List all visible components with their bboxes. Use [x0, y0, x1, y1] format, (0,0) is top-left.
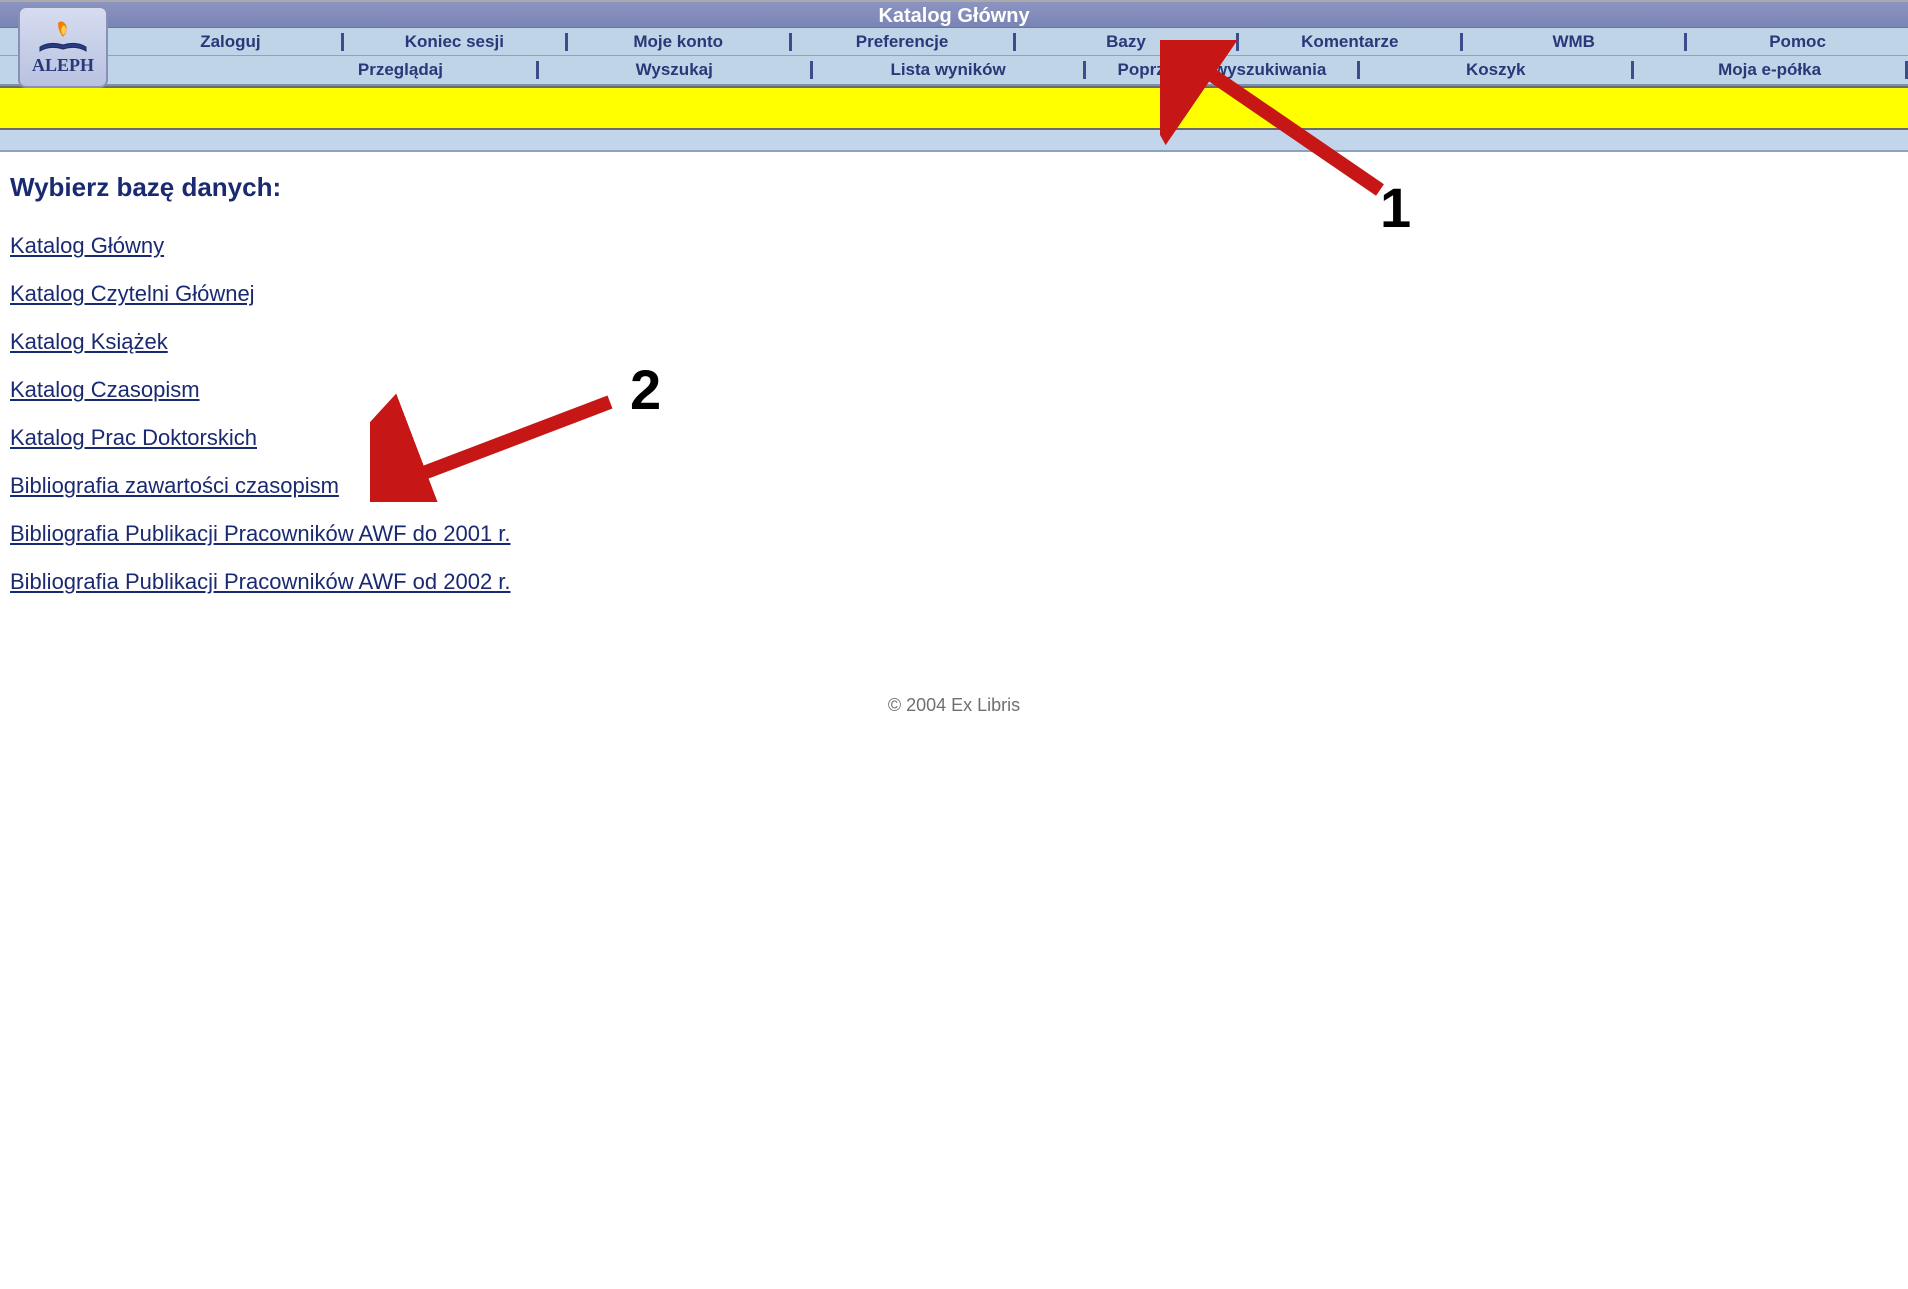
title-bar: Katalog Główny	[0, 0, 1908, 28]
nav-koniec-sesji[interactable]: Koniec sesji	[344, 32, 565, 52]
nav-bazy[interactable]: Bazy	[1016, 32, 1237, 52]
nav-komentarze[interactable]: Komentarze	[1239, 32, 1460, 52]
main-content: Wybierz bazę danych: Katalog GłównyKatal…	[0, 152, 1908, 736]
list-item: Katalog Czasopism	[10, 377, 1898, 403]
annotation-label-2: 2	[630, 357, 661, 422]
nav-preferencje[interactable]: Preferencje	[792, 32, 1013, 52]
nav-lista-wynik-w[interactable]: Lista wyników	[813, 60, 1084, 80]
nav-wyszukaj[interactable]: Wyszukaj	[539, 60, 810, 80]
aleph-logo[interactable]: ALEPH	[18, 6, 108, 88]
list-item: Katalog Czytelni Głównej	[10, 281, 1898, 307]
database-link[interactable]: Bibliografia Publikacji Pracowników AWF …	[10, 569, 511, 594]
nav-wmb[interactable]: WMB	[1463, 32, 1684, 52]
page-title: Katalog Główny	[878, 5, 1029, 27]
database-link[interactable]: Katalog Główny	[10, 233, 164, 258]
nav-moja-e-p-ka[interactable]: Moja e-półka	[1634, 60, 1905, 80]
list-item: Bibliografia Publikacji Pracowników AWF …	[10, 569, 1898, 595]
nav-row-1: ZalogujKoniec sesjiMoje kontoPreferencje…	[0, 28, 1908, 56]
database-link[interactable]: Katalog Prac Doktorskich	[10, 425, 257, 450]
logo-text: ALEPH	[32, 55, 94, 76]
yellow-banner	[0, 86, 1908, 130]
nav-pomoc[interactable]: Pomoc	[1687, 32, 1908, 52]
nav-moje-konto[interactable]: Moje konto	[568, 32, 789, 52]
book-flame-icon	[38, 19, 88, 53]
nav-row-2: PrzeglądajWyszukajLista wynikówPoprzedni…	[0, 56, 1908, 86]
database-link[interactable]: Bibliografia zawartości czasopism	[10, 473, 339, 498]
list-item: Katalog Prac Doktorskich	[10, 425, 1898, 451]
list-item: Katalog Książek	[10, 329, 1898, 355]
list-item: Bibliografia zawartości czasopism	[10, 473, 1898, 499]
nav-zaloguj[interactable]: Zaloguj	[120, 32, 341, 52]
database-link[interactable]: Katalog Książek	[10, 329, 168, 354]
database-link[interactable]: Katalog Czasopism	[10, 377, 200, 402]
sub-bar	[0, 130, 1908, 152]
nav-koszyk[interactable]: Koszyk	[1360, 60, 1631, 80]
database-list: Katalog Główny Katalog Czytelni Głównej Ka…	[10, 233, 1898, 595]
database-link[interactable]: Katalog Czytelni Głównej	[10, 281, 255, 306]
footer-copyright: © 2004 Ex Libris	[10, 695, 1898, 716]
database-link[interactable]: Bibliografia Publikacji Pracowników AWF …	[10, 521, 511, 546]
nav-przegl-daj[interactable]: Przeglądaj	[265, 60, 536, 80]
list-item: Katalog Główny	[10, 233, 1898, 259]
nav-poprzednie-wyszukiwania[interactable]: Poprzednie wyszukiwania	[1086, 60, 1357, 80]
list-item: Bibliografia Publikacji Pracowników AWF …	[10, 521, 1898, 547]
content-heading: Wybierz bazę danych:	[10, 172, 1898, 203]
